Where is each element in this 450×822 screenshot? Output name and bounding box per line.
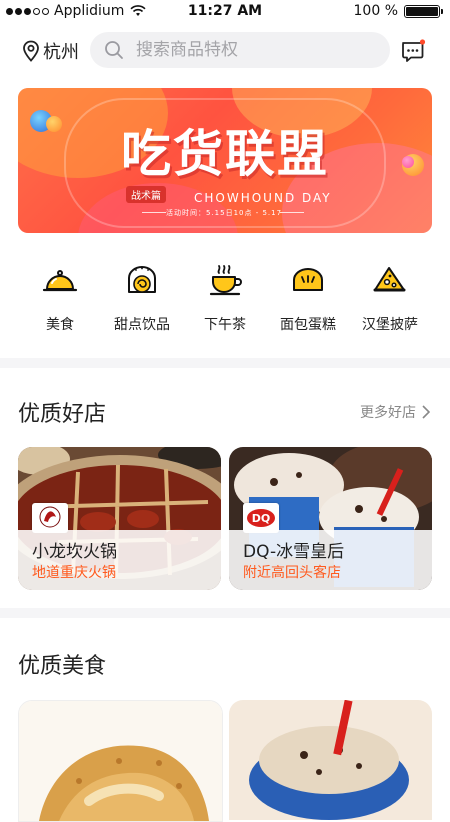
- category-item-afternoon-tea[interactable]: 下午茶: [180, 262, 270, 334]
- fried-chicken-photo: [19, 701, 222, 821]
- section-title-food: 优质美食: [18, 654, 107, 679]
- section-title-stores: 优质好店: [18, 402, 107, 427]
- food-card[interactable]: [18, 700, 223, 822]
- banner-date: 活动时间：5.15日10点 - 5.17: [166, 209, 283, 217]
- battery-percent: 100 %: [353, 3, 398, 19]
- message-icon[interactable]: [400, 38, 426, 64]
- category-grid: 美食 甜点饮品 下午茶 面包蛋糕 汉堡披萨: [0, 262, 450, 342]
- section-divider: [0, 358, 450, 368]
- store-logo: [32, 503, 68, 533]
- banner-subtitle: CHOWHOUND DAY: [194, 191, 332, 205]
- store-name: DQ-冰雪皇后: [243, 542, 345, 562]
- search-bar[interactable]: [90, 32, 390, 68]
- battery-icon: [404, 4, 443, 18]
- more-stores-label: 更多好店: [360, 405, 416, 421]
- food-card[interactable]: [229, 700, 432, 820]
- category-item-burger-pizza[interactable]: 汉堡披萨: [345, 262, 435, 334]
- blizzard-photo: [229, 700, 432, 820]
- section-divider: [0, 608, 450, 618]
- category-item-bread[interactable]: 面包蛋糕: [263, 262, 353, 334]
- store-card[interactable]: 小龙坎火锅 地道重庆火锅: [18, 447, 221, 590]
- header: 杭州: [0, 30, 450, 70]
- location-selector[interactable]: 杭州: [22, 38, 79, 64]
- store-tagline: 附近高回头客店: [243, 565, 341, 581]
- category-label: 下午茶: [204, 317, 246, 333]
- promo-banner[interactable]: 吃货联盟 战术篇 CHOWHOUND DAY 活动时间：5.15日10点 - 5…: [18, 88, 432, 233]
- store-name: 小龙坎火锅: [32, 542, 117, 562]
- category-label: 汉堡披萨: [362, 317, 418, 333]
- battery-fill: [406, 6, 438, 16]
- pizza-slice-icon: [373, 267, 406, 292]
- category-item-dessert[interactable]: 甜点饮品: [97, 262, 187, 334]
- status-right: 100 %: [353, 3, 443, 19]
- category-label: 美食: [46, 317, 74, 333]
- store-card[interactable]: DQ DQ-冰雪皇后 附近高回头客店: [229, 447, 432, 590]
- banner-title: 吃货联盟: [121, 125, 329, 183]
- category-item-food[interactable]: 美食: [15, 262, 105, 334]
- search-icon: [105, 41, 123, 59]
- more-stores-link[interactable]: 更多好店: [360, 402, 430, 422]
- status-bar: Applidium 11:27 AM 100 %: [0, 0, 450, 24]
- unread-dot: [419, 39, 426, 45]
- search-input[interactable]: [134, 39, 368, 61]
- cake-roll-icon: [128, 266, 156, 293]
- svg-text:DQ: DQ: [252, 512, 270, 525]
- chevron-right-icon: [422, 405, 430, 419]
- store-tagline: 地道重庆火锅: [32, 565, 116, 581]
- location-pin-icon: [23, 40, 39, 62]
- store-logo: DQ: [243, 503, 279, 533]
- bread-icon: [293, 268, 323, 291]
- food-cloche-icon: [42, 270, 78, 292]
- banner-tag: 战术篇: [126, 186, 166, 203]
- location-label: 杭州: [43, 42, 79, 63]
- category-label: 面包蛋糕: [280, 317, 336, 333]
- category-label: 甜点饮品: [114, 317, 170, 333]
- tea-cup-icon: [209, 265, 242, 296]
